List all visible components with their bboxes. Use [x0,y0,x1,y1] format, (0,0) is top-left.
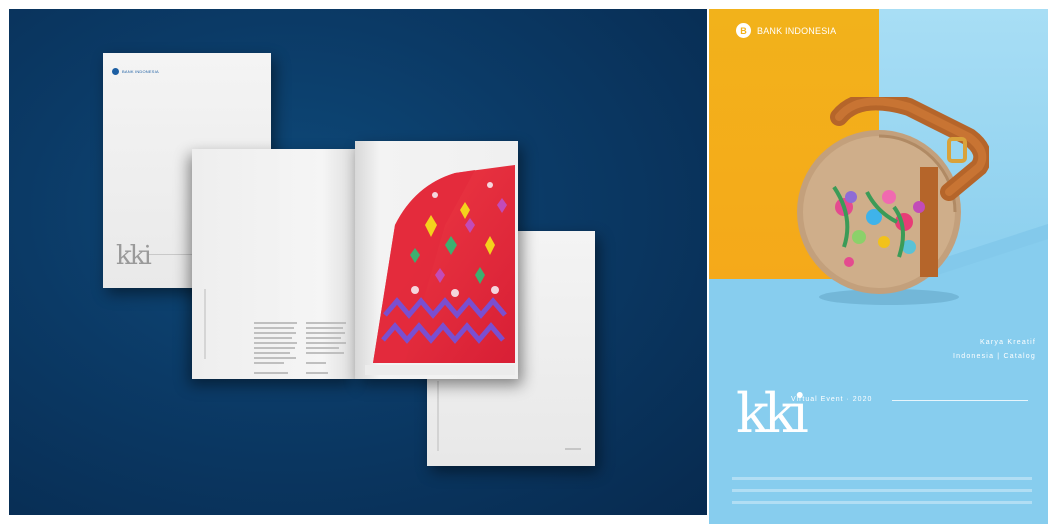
catalog-brand-name: BANK INDONESIA [757,25,837,36]
left-text-column-2 [306,322,346,377]
credits-row-1 [732,476,1032,480]
catalog-tagline-2: Indonesia | Catalog [953,353,1036,360]
open-right-page [355,141,518,379]
open-left-page [192,149,355,379]
artwork-stage: BANK INDONESIA kki B BANK INDONESIA Kary… [0,0,1051,524]
cover-title: kki [116,241,152,271]
catalog-tagline-1: Karya Kreatif [979,339,1036,346]
ikat-fabric-photo [373,165,515,363]
cover-logo-text: BANK INDONESIA [122,69,159,74]
back-page-number [565,448,581,450]
bank-indonesia-logo-icon: B [736,23,751,38]
credits-row-3 [732,500,1032,504]
event-rule [892,400,1028,401]
photo-bottom-margin [365,365,515,375]
catalog-event: Virtual Event · 2020 [791,396,873,403]
open-booklet-spread [192,141,518,379]
left-text-column-1 [254,322,297,377]
credits-row-2 [732,488,1032,492]
booklet-mockup-panel: BANK INDONESIA kki [9,9,707,515]
embroidered-bag-photo [797,97,989,305]
catalog-cover-panel: B BANK INDONESIA Karya Kreatif Indonesia [709,9,1048,524]
left-spine-text [204,289,206,359]
cover-logo: BANK INDONESIA [112,68,159,75]
catalog-brand: B BANK INDONESIA [736,23,836,38]
back-spine-text [437,381,439,451]
bank-logo-icon [112,68,119,75]
